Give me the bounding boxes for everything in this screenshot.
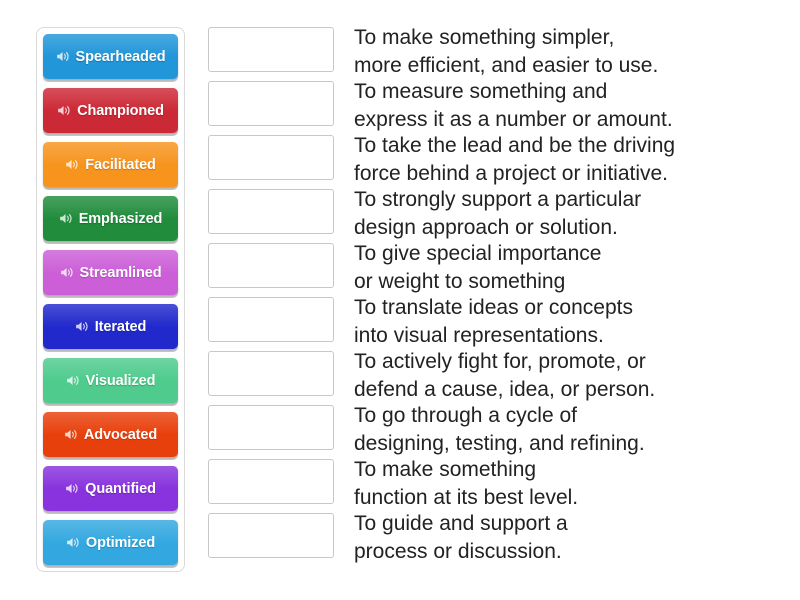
definition-line: To make something (354, 458, 537, 481)
speaker-icon[interactable] (66, 373, 81, 388)
speaker-icon[interactable] (75, 319, 90, 334)
speaker-icon[interactable] (66, 535, 81, 550)
word-tile[interactable]: Advocated (43, 412, 178, 457)
word-tile-label: Visualized (85, 372, 156, 389)
definition-line: To guide and support a (354, 512, 568, 535)
definition-line: force behind a project or initiative. (354, 162, 669, 185)
word-tile-label: Advocated (83, 426, 158, 443)
definition-text: To guide and support a process or discuss… (354, 511, 774, 565)
definition-line: design approach or solution. (354, 216, 618, 239)
speaker-icon[interactable] (56, 49, 71, 64)
word-tile-label: Streamlined (79, 264, 162, 281)
speaker-icon[interactable] (65, 481, 80, 496)
definition-line: defend a cause, idea, or person. (354, 378, 656, 401)
definition-text: To strongly support a particular design a… (354, 187, 774, 241)
word-tile[interactable]: Quantified (43, 466, 178, 511)
definition-line: into visual representations. (354, 324, 604, 347)
word-tile[interactable]: Iterated (43, 304, 178, 349)
word-tile[interactable]: Spearheaded (43, 34, 178, 79)
answer-dropzone[interactable] (208, 243, 334, 288)
definition-line: To translate ideas or concepts (354, 296, 633, 319)
definition-text: To take the lead and be the driving force… (354, 133, 774, 187)
answer-dropzone[interactable] (208, 189, 334, 234)
definition-column: To make something simpler, more efficient… (354, 25, 774, 565)
definition-text: To go through a cycle of designing, testi… (354, 403, 774, 457)
answer-dropzone[interactable] (208, 135, 334, 180)
word-tile-label: Quantified (85, 480, 156, 497)
answer-dropzone[interactable] (208, 513, 334, 558)
word-tile-label: Iterated (94, 318, 147, 335)
definition-line: To measure something and (354, 80, 608, 103)
dropzone-column (208, 27, 334, 558)
definition-line: function at its best level. (354, 486, 579, 509)
speaker-icon[interactable] (65, 157, 80, 172)
speaker-icon[interactable] (57, 103, 72, 118)
answer-dropzone[interactable] (208, 351, 334, 396)
word-tile-label: Emphasized (78, 210, 163, 227)
word-tile[interactable]: Optimized (43, 520, 178, 565)
definition-line: process or discussion. (354, 540, 562, 563)
definition-line: To strongly support a particular (354, 188, 642, 211)
word-tile-label: Facilitated (85, 156, 156, 173)
word-tile[interactable]: Emphasized (43, 196, 178, 241)
definition-text: To measure something and express it as a … (354, 79, 774, 133)
answer-dropzone[interactable] (208, 459, 334, 504)
definition-text: To actively fight for, promote, or defend… (354, 349, 774, 403)
definition-line: more efficient, and easier to use. (354, 54, 659, 77)
answer-dropzone[interactable] (208, 81, 334, 126)
word-tile-label: Optimized (85, 534, 156, 551)
speaker-icon[interactable] (64, 427, 79, 442)
answer-dropzone[interactable] (208, 297, 334, 342)
word-tile-bank: Spearheaded Championed Facilitated Emphasiz… (36, 27, 185, 572)
definition-text: To translate ideas or concepts into visua… (354, 295, 774, 349)
answer-dropzone[interactable] (208, 27, 334, 72)
definition-text: To make something simpler, more efficient… (354, 25, 774, 79)
definition-line: designing, testing, and refining. (354, 432, 645, 455)
definition-line: express it as a number or amount. (354, 108, 673, 131)
definition-line: To actively fight for, promote, or (354, 350, 646, 373)
word-tile-label: Spearheaded (75, 48, 166, 65)
definition-line: To make something simpler, (354, 26, 615, 49)
word-tile[interactable]: Facilitated (43, 142, 178, 187)
speaker-icon[interactable] (60, 265, 75, 280)
word-tile[interactable]: Championed (43, 88, 178, 133)
definition-text: To give special importance or weight to s… (354, 241, 774, 295)
answer-dropzone[interactable] (208, 405, 334, 450)
speaker-icon[interactable] (59, 211, 74, 226)
word-tile-label: Championed (77, 102, 164, 119)
definition-line: or weight to something (354, 270, 566, 293)
definition-line: To give special importance (354, 242, 602, 265)
definition-line: To go through a cycle of (354, 404, 577, 427)
word-tile[interactable]: Visualized (43, 358, 178, 403)
word-tile[interactable]: Streamlined (43, 250, 178, 295)
definition-text: To make something function at its best le… (354, 457, 774, 511)
match-up-activity: Spearheaded Championed Facilitated Emphasiz… (0, 0, 800, 600)
definition-line: To take the lead and be the driving (354, 134, 676, 157)
